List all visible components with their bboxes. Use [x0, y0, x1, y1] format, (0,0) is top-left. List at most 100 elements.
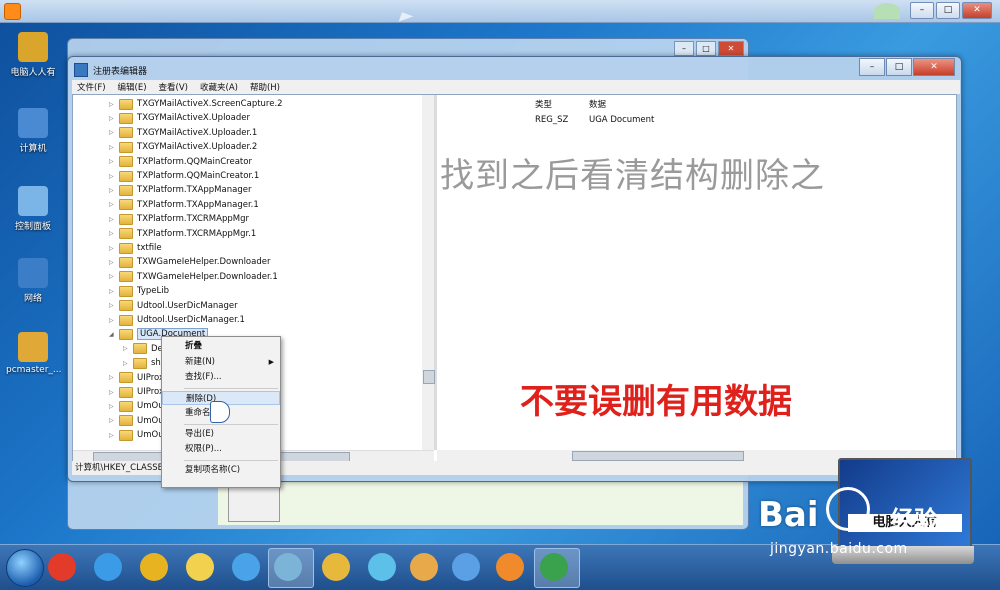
- column-header-type[interactable]: 类型: [535, 98, 552, 110]
- context-menu-item[interactable]: 查找(F)...: [162, 370, 280, 384]
- expand-arrow-icon[interactable]: ▷: [109, 230, 115, 237]
- bg-maximize-button[interactable]: □: [696, 41, 716, 56]
- desktop-icon[interactable]: 网络: [6, 258, 60, 304]
- scroll-thumb[interactable]: [572, 451, 744, 461]
- expand-arrow-icon[interactable]: ▷: [109, 259, 115, 266]
- menu-item[interactable]: 文件(F): [77, 81, 106, 93]
- value-type[interactable]: REG_SZ: [535, 115, 568, 125]
- minimize-button[interactable]: –: [910, 2, 934, 19]
- media-icon[interactable]: [496, 553, 524, 581]
- tree-node[interactable]: ▷ TXGYMailActiveX.ScreenCapture.2: [109, 97, 283, 111]
- tree-node[interactable]: ▷ UIProx: [109, 371, 164, 385]
- expand-arrow-icon[interactable]: ▷: [109, 403, 115, 410]
- tree-node[interactable]: ▷ TXGYMailActiveX.Uploader: [109, 111, 250, 125]
- regedit-menubar: 文件(F) 编辑(E) 查看(V) 收藏夹(A) 帮助(H): [72, 80, 960, 94]
- expand-arrow-icon[interactable]: ▷: [109, 288, 115, 295]
- tree-node[interactable]: ▷ TXPlatform.TXAppManager: [109, 183, 251, 197]
- baidu-logo-cn: 经验: [890, 506, 938, 534]
- tree-node[interactable]: ▷ Udtool.UserDicManager.1: [109, 313, 245, 327]
- jiang-icon[interactable]: [48, 553, 76, 581]
- maximize-button[interactable]: □: [936, 2, 960, 19]
- context-menu-item[interactable]: 权限(P)...: [162, 442, 280, 456]
- start-button[interactable]: [6, 549, 44, 587]
- expand-arrow-icon[interactable]: ▷: [109, 201, 115, 208]
- tree-node[interactable]: ▷ txtfile: [109, 241, 162, 255]
- bg-minimize-button[interactable]: –: [674, 41, 694, 56]
- expand-arrow-icon[interactable]: ▷: [109, 187, 115, 194]
- scroll-thumb[interactable]: [423, 370, 435, 384]
- tree-node[interactable]: ▷ UmOut: [109, 428, 167, 442]
- tree-node[interactable]: ▷ TXWGameIeHelper.Downloader: [109, 255, 270, 269]
- tree-node[interactable]: ▷ TXPlatform.TXCRMAppMgr.1: [109, 227, 256, 241]
- tree-node[interactable]: ▷ UmOut: [109, 399, 167, 413]
- close-button[interactable]: ✕: [962, 2, 992, 19]
- expand-arrow-icon[interactable]: ▷: [109, 389, 115, 396]
- context-menu-item[interactable]: 新建(N) ▶: [162, 355, 280, 369]
- tree-node[interactable]: ▷ she: [123, 356, 166, 370]
- expand-arrow-icon[interactable]: ▷: [109, 173, 115, 180]
- tree-node[interactable]: ▷ TXPlatform.QQMainCreator: [109, 155, 252, 169]
- search-app-icon[interactable]: [232, 553, 260, 581]
- tree-node-label: TXPlatform.QQMainCreator: [137, 156, 252, 167]
- expand-arrow-icon[interactable]: ▷: [109, 432, 115, 439]
- expand-arrow-icon[interactable]: ▷: [109, 144, 115, 151]
- ie-icon[interactable]: [94, 553, 122, 581]
- expand-arrow-icon[interactable]: ▷: [109, 374, 115, 381]
- menu-item[interactable]: 编辑(E): [118, 81, 147, 93]
- regedit-icon[interactable]: [540, 553, 568, 581]
- expand-arrow-icon[interactable]: ▷: [123, 345, 129, 352]
- tree-node[interactable]: ▷ TXWGameIeHelper.Downloader.1: [109, 270, 278, 284]
- desktop-icon[interactable]: pcmaster_...: [6, 332, 61, 375]
- expand-arrow-icon[interactable]: ▷: [123, 360, 129, 367]
- tree-node-label: Udtool.UserDicManager: [137, 300, 238, 311]
- expand-arrow-icon[interactable]: ▷: [109, 115, 115, 122]
- desktop-icon[interactable]: 控制面板: [6, 186, 60, 232]
- remote-desktop-icon[interactable]: [274, 553, 302, 581]
- desktop-icon-label: 计算机: [19, 144, 47, 154]
- settings-icon[interactable]: [368, 553, 396, 581]
- menu-item[interactable]: 帮助(H): [250, 81, 280, 93]
- tree-node[interactable]: ▷ Def: [123, 342, 166, 356]
- chrome-icon[interactable]: [140, 553, 168, 581]
- context-menu-item[interactable]: 导出(E): [162, 427, 280, 441]
- paint-icon[interactable]: [410, 553, 438, 581]
- explorer-icon[interactable]: [322, 553, 350, 581]
- desktop-icon[interactable]: 计算机: [6, 108, 60, 154]
- expand-arrow-icon[interactable]: ▷: [109, 317, 115, 324]
- tree-node[interactable]: ▷ TXPlatform.QQMainCreator.1: [109, 169, 259, 183]
- menu-item[interactable]: 收藏夹(A): [200, 81, 238, 93]
- expand-arrow-icon[interactable]: ▷: [109, 101, 115, 108]
- column-header-data[interactable]: 数据: [589, 98, 606, 110]
- collapse-arrow-icon[interactable]: ◢: [109, 331, 115, 338]
- tree-node[interactable]: ▷ UmOut: [109, 414, 167, 428]
- tree-node[interactable]: ▷ UIProx: [109, 385, 164, 399]
- sticky-notes-icon[interactable]: [186, 553, 214, 581]
- tree-node[interactable]: ▷ TXGYMailActiveX.Uploader.2: [109, 140, 257, 154]
- tree-node[interactable]: ▷ TypeLib: [109, 284, 169, 298]
- expand-arrow-icon[interactable]: ▷: [109, 245, 115, 252]
- regedit-minimize-button[interactable]: –: [859, 58, 885, 76]
- tree-node[interactable]: ▷ TXGYMailActiveX.Uploader.1: [109, 126, 257, 140]
- regedit-close-button[interactable]: ✕: [913, 58, 955, 76]
- tree-node[interactable]: ▷ Udtool.UserDicManager: [109, 299, 238, 313]
- regedit-maximize-button[interactable]: □: [886, 58, 912, 76]
- menu-item[interactable]: 查看(V): [159, 81, 188, 93]
- expand-arrow-icon[interactable]: ▷: [109, 129, 115, 136]
- context-menu-item[interactable]: 折叠: [162, 339, 280, 353]
- bg-close-button[interactable]: ✕: [718, 41, 744, 56]
- game-icon[interactable]: [452, 553, 480, 581]
- expand-arrow-icon[interactable]: ▷: [109, 302, 115, 309]
- desktop-icon-image: [18, 108, 48, 138]
- tree-node[interactable]: ▷ TXPlatform.TXCRMAppMgr: [109, 212, 249, 226]
- context-menu-item[interactable]: 复制项名称(C): [162, 463, 280, 477]
- expand-arrow-icon[interactable]: ▷: [109, 216, 115, 223]
- expand-arrow-icon[interactable]: ▷: [109, 273, 115, 280]
- tree-node[interactable]: ▷ TXPlatform.TXAppManager.1: [109, 198, 259, 212]
- value-data[interactable]: UGA Document: [589, 115, 654, 125]
- tree-vertical-scrollbar[interactable]: [422, 95, 435, 450]
- folder-icon: [119, 98, 133, 110]
- desktop-icon[interactable]: 电脑人人有: [6, 32, 60, 78]
- expand-arrow-icon[interactable]: ▷: [109, 158, 115, 165]
- expand-arrow-icon[interactable]: ▷: [109, 417, 115, 424]
- folder-icon: [119, 314, 133, 326]
